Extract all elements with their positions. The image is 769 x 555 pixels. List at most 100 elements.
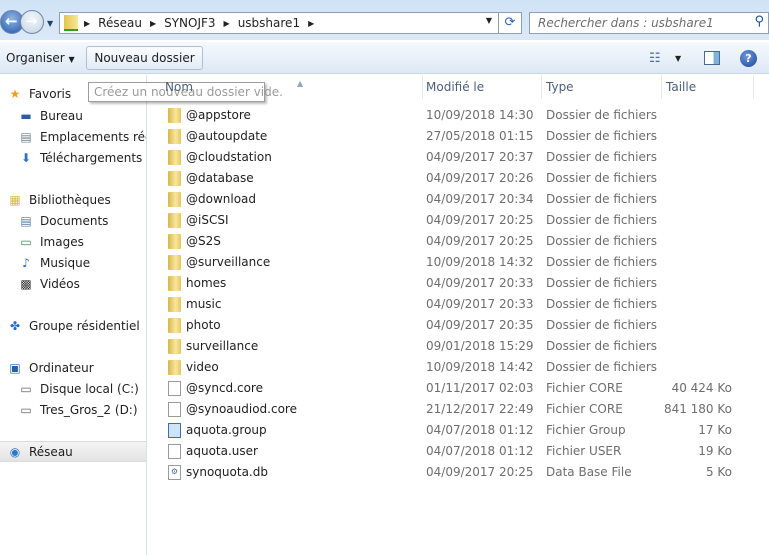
sidebar-item[interactable]: ▬ Bureau xyxy=(0,105,146,126)
column-header-type[interactable]: Type xyxy=(542,75,662,99)
new-folder-button[interactable]: Nouveau dossier xyxy=(86,46,203,70)
file-name: @surveillance xyxy=(186,255,271,269)
address-dropdown-icon[interactable]: ▼ xyxy=(486,16,492,25)
sidebar-item[interactable]: ▤ Documents xyxy=(0,210,146,231)
file-size: 40 424 Ko xyxy=(671,381,732,395)
preview-pane-icon[interactable] xyxy=(704,51,720,65)
file-row[interactable]: video 10/09/2018 14:42 Dossier de fichiers xyxy=(148,357,769,378)
folder-icon xyxy=(168,213,181,228)
network-folder-icon xyxy=(64,15,78,31)
sidebar-item[interactable]: ⬇ Téléchargements xyxy=(0,147,146,168)
file-row[interactable]: @surveillance 10/09/2018 14:32 Dossier de … xyxy=(148,252,769,273)
breadcrumb-separator[interactable]: ▶ xyxy=(308,19,314,28)
file-name: @iSCSI xyxy=(186,213,229,227)
file-row[interactable]: @database 04/09/2017 20:26 Dossier de fich… xyxy=(148,168,769,189)
sidebar-item-label: Images xyxy=(40,234,84,249)
column-header-size[interactable]: Taille xyxy=(662,75,754,99)
forward-button[interactable] xyxy=(20,10,44,34)
sidebar-item-label: Vidéos xyxy=(40,276,80,291)
documents-icon: ▤ xyxy=(20,213,32,228)
sidebar-item[interactable]: ♪ Musique xyxy=(0,252,146,273)
sidebar-item[interactable]: ▣ Ordinateur xyxy=(0,357,146,378)
view-dropdown-icon[interactable]: ▼ xyxy=(675,54,681,63)
file-row[interactable]: photo 04/09/2017 20:35 Dossier de fichiers xyxy=(148,315,769,336)
sidebar-item[interactable]: ◉ Réseau xyxy=(0,441,146,462)
breadcrumb-separator[interactable]: ▶ xyxy=(84,19,90,28)
file-date: 01/11/2017 02:03 xyxy=(426,381,534,395)
sidebar-item-label: Ordinateur xyxy=(29,360,94,375)
organize-button[interactable]: Organiser ▼ xyxy=(6,51,75,65)
search-input[interactable]: Rechercher dans : usbshare1 ⚲ xyxy=(529,12,769,34)
refresh-button[interactable]: ⟳ xyxy=(498,12,522,34)
file-date: 04/09/2017 20:35 xyxy=(426,318,534,332)
file-name: aquota.user xyxy=(186,444,258,458)
network-icon: ◉ xyxy=(9,444,21,459)
column-header-name[interactable]: Nom ▲ xyxy=(161,75,423,99)
file-type: Dossier de fichiers xyxy=(546,276,658,290)
group-file-icon xyxy=(168,423,181,438)
file-date: 04/09/2017 20:25 xyxy=(426,213,534,227)
sidebar-item[interactable]: ▦ Bibliothèques xyxy=(0,189,146,210)
address-bar[interactable]: ▶ Réseau ▶ SYNOJF3 ▶ usbshare1 ▶ ▼ xyxy=(59,12,499,34)
file-date: 09/01/2018 15:29 xyxy=(426,339,534,353)
file-name: @appstore xyxy=(186,108,251,122)
folder-icon xyxy=(168,276,181,291)
file-name: @download xyxy=(186,192,257,206)
sidebar-item-label: Documents xyxy=(40,213,109,228)
file-row[interactable]: aquota.group 04/07/2018 01:12 Fichier Grou… xyxy=(148,420,769,441)
file-date: 04/07/2018 01:12 xyxy=(426,423,534,437)
breadcrumb-separator[interactable]: ▶ xyxy=(224,19,230,28)
file-name: @autoupdate xyxy=(186,129,268,143)
file-row[interactable]: @download 04/09/2017 20:34 Dossier de fich… xyxy=(148,189,769,210)
breadcrumb-synojf3[interactable]: SYNOJF3 xyxy=(164,16,215,30)
file-date: 04/09/2017 20:33 xyxy=(426,276,534,290)
sidebar-item-label: Bibliothèques xyxy=(29,192,111,207)
sidebar-item[interactable]: ✤ Groupe résidentiel xyxy=(0,315,146,336)
file-type: Dossier de fichiers xyxy=(546,234,658,248)
file-row[interactable]: @S2S 04/09/2017 20:25 Dossier de fichiers xyxy=(148,231,769,252)
file-row[interactable]: @iSCSI 04/09/2017 20:25 Dossier de fichier… xyxy=(148,210,769,231)
column-header-date[interactable]: Modifié le xyxy=(422,75,542,99)
breadcrumb-separator[interactable]: ▶ xyxy=(150,19,156,28)
file-row[interactable]: @autoupdate 27/05/2018 01:15 Dossier de fi… xyxy=(148,126,769,147)
sidebar-item[interactable]: ▩ Vidéos xyxy=(0,273,146,294)
sidebar-item-label: Favoris xyxy=(29,86,72,101)
help-icon[interactable]: ? xyxy=(740,50,757,67)
file-date: 21/12/2017 22:49 xyxy=(426,402,534,416)
file-name: surveillance xyxy=(186,339,259,353)
sidebar-item[interactable]: ▭ Disque local (C:) xyxy=(0,378,146,399)
sidebar-item-label: Bureau xyxy=(40,108,83,123)
recent-pages-dropdown[interactable]: ▼ xyxy=(47,19,53,28)
file-row[interactable]: music 04/09/2017 20:33 Dossier de fichiers xyxy=(148,294,769,315)
folder-icon xyxy=(168,339,181,354)
organize-label: Organiser xyxy=(6,51,65,65)
file-size: 17 Ko xyxy=(698,423,732,437)
file-type: Dossier de fichiers xyxy=(546,150,658,164)
file-type: Dossier de fichiers xyxy=(546,255,658,269)
file-name: @synoaudiod.core xyxy=(186,402,297,416)
file-row[interactable]: aquota.user 04/07/2018 01:12 Fichier USER 1… xyxy=(148,441,769,462)
file-name: synoquota.db xyxy=(186,465,268,479)
folder-icon xyxy=(168,360,181,375)
file-row[interactable]: ⚙ synoquota.db 04/09/2017 20:25 Data Base F… xyxy=(148,462,769,483)
homegroup-icon: ✤ xyxy=(9,318,21,333)
breadcrumb-usbshare1[interactable]: usbshare1 xyxy=(238,16,300,30)
search-icon[interactable]: ⚲ xyxy=(754,14,764,29)
sidebar-item[interactable]: ▭ Images xyxy=(0,231,146,252)
file-row[interactable]: surveillance 09/01/2018 15:29 Dossier de f… xyxy=(148,336,769,357)
file-row[interactable]: @syncd.core 01/11/2017 02:03 Fichier CORE 4… xyxy=(148,378,769,399)
music-icon: ♪ xyxy=(22,255,30,270)
file-row[interactable]: homes 04/09/2017 20:33 Dossier de fichiers xyxy=(148,273,769,294)
file-type: Fichier CORE xyxy=(546,381,623,395)
file-row[interactable]: @appstore 10/09/2018 14:30 Dossier de fich… xyxy=(148,105,769,126)
breadcrumb-reseau[interactable]: Réseau xyxy=(98,16,142,30)
sidebar-item-label: Groupe résidentiel xyxy=(29,318,140,333)
file-name: music xyxy=(186,297,222,311)
file-row[interactable]: @synoaudiod.core 21/12/2017 22:49 Fichier … xyxy=(148,399,769,420)
file-date: 04/09/2017 20:25 xyxy=(426,465,534,479)
file-row[interactable]: @cloudstation 04/09/2017 20:37 Dossier de … xyxy=(148,147,769,168)
desktop-icon: ▬ xyxy=(20,108,32,123)
view-options-icon[interactable]: ☷ xyxy=(649,51,661,66)
sidebar-item[interactable]: ▤ Emplacements récents xyxy=(0,126,146,147)
sidebar-item[interactable]: ▭ Tres_Gros_2 (D:) xyxy=(0,399,146,420)
